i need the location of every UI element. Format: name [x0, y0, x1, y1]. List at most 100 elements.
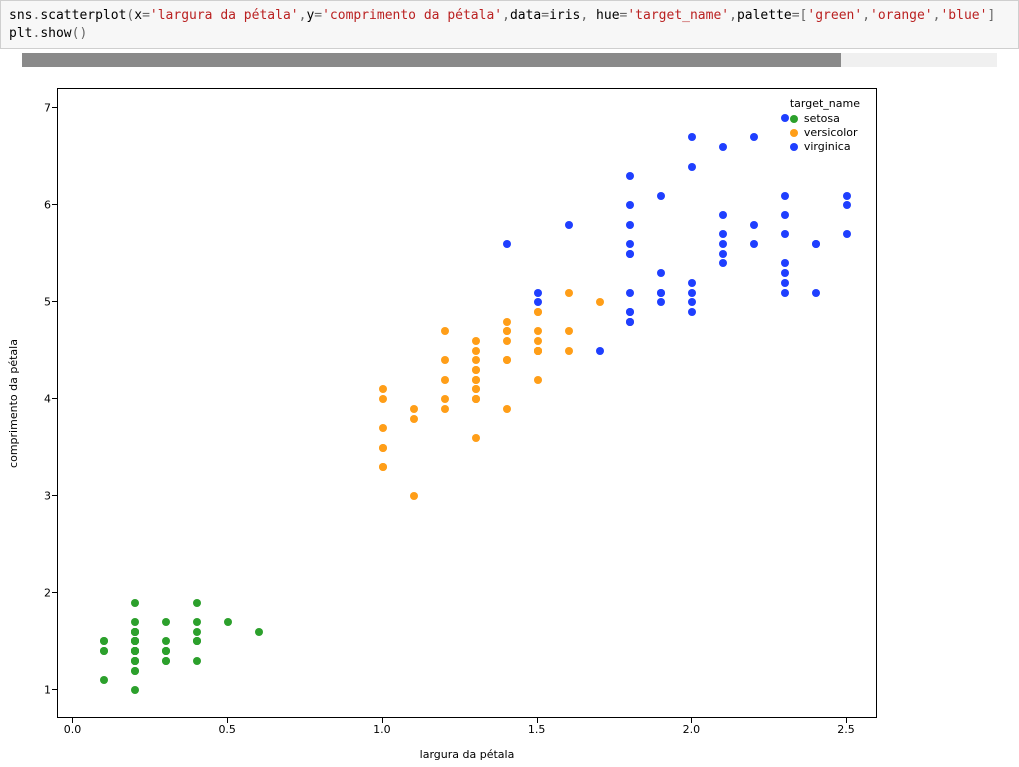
- data-point: [688, 163, 696, 171]
- code-cell: sns.scatterplot(x='largura da pétala',y=…: [0, 0, 1019, 49]
- data-point: [131, 618, 139, 626]
- notebook-output: sns.scatterplot(x='largura da pétala',y=…: [0, 0, 1019, 767]
- data-point: [781, 269, 789, 277]
- data-point: [472, 376, 480, 384]
- data-point: [626, 201, 634, 209]
- data-point: [781, 192, 789, 200]
- data-point: [379, 444, 387, 452]
- data-point: [626, 172, 634, 180]
- data-point: [441, 376, 449, 384]
- data-point: [565, 327, 573, 335]
- data-point: [193, 599, 201, 607]
- data-point: [441, 327, 449, 335]
- data-point: [596, 347, 604, 355]
- data-point: [719, 211, 727, 219]
- data-point: [503, 327, 511, 335]
- data-point: [719, 143, 727, 151]
- data-point: [534, 289, 542, 297]
- data-point: [719, 230, 727, 238]
- code-data: iris: [549, 8, 580, 23]
- data-point: [719, 240, 727, 248]
- data-point: [503, 318, 511, 326]
- code-pal-1: 'orange': [870, 8, 933, 23]
- data-point: [441, 356, 449, 364]
- code-str-hue: 'target_name': [627, 8, 729, 23]
- data-point: [472, 347, 480, 355]
- data-point: [688, 289, 696, 297]
- x-tick: 1.5: [528, 723, 546, 736]
- data-point: [131, 647, 139, 655]
- data-point: [162, 637, 170, 645]
- data-point: [781, 211, 789, 219]
- data-point: [534, 376, 542, 384]
- data-point: [565, 289, 573, 297]
- legend: target_name setosa versicolor virginica: [784, 95, 866, 156]
- data-point: [781, 114, 789, 122]
- legend-swatch-green: [790, 115, 798, 123]
- y-tick: 6: [11, 199, 51, 212]
- scrollbar-thumb[interactable]: [22, 53, 841, 67]
- data-point: [596, 298, 604, 306]
- data-point: [688, 298, 696, 306]
- data-point: [534, 337, 542, 345]
- code-str-y: 'comprimento da pétala': [322, 8, 502, 23]
- data-point: [100, 647, 108, 655]
- data-point: [503, 337, 511, 345]
- legend-item-setosa: setosa: [790, 112, 860, 125]
- data-point: [441, 395, 449, 403]
- data-point: [781, 289, 789, 297]
- legend-label: versicolor: [804, 126, 858, 139]
- data-point: [379, 424, 387, 432]
- data-point: [626, 221, 634, 229]
- data-point: [781, 259, 789, 267]
- data-point: [162, 618, 170, 626]
- legend-label: virginica: [804, 140, 851, 153]
- y-tick: 4: [11, 393, 51, 406]
- data-point: [688, 308, 696, 316]
- data-point: [626, 289, 634, 297]
- data-point: [750, 240, 758, 248]
- data-point: [565, 347, 573, 355]
- legend-swatch-orange: [790, 129, 798, 137]
- data-point: [410, 405, 418, 413]
- data-point: [503, 356, 511, 364]
- data-point: [750, 221, 758, 229]
- data-point: [534, 327, 542, 335]
- data-point: [719, 250, 727, 258]
- x-tick: 0.5: [218, 723, 236, 736]
- data-point: [843, 230, 851, 238]
- data-point: [410, 492, 418, 500]
- data-point: [379, 395, 387, 403]
- data-point: [131, 599, 139, 607]
- data-point: [193, 628, 201, 636]
- data-point: [688, 279, 696, 287]
- data-point: [441, 405, 449, 413]
- data-point: [131, 637, 139, 645]
- data-point: [534, 308, 542, 316]
- data-point: [812, 289, 820, 297]
- data-point: [193, 637, 201, 645]
- data-point: [131, 667, 139, 675]
- data-point: [193, 657, 201, 665]
- data-point: [131, 686, 139, 694]
- data-point: [410, 415, 418, 423]
- code-pal-0: 'green': [807, 8, 862, 23]
- legend-label: setosa: [804, 112, 840, 125]
- data-point: [843, 201, 851, 209]
- x-tick: 0.0: [64, 723, 82, 736]
- data-point: [379, 385, 387, 393]
- data-point: [843, 192, 851, 200]
- data-point: [781, 279, 789, 287]
- data-point: [162, 657, 170, 665]
- code-str-x: 'largura da pétala': [150, 8, 299, 23]
- x-tick: 2.5: [837, 723, 855, 736]
- data-point: [100, 637, 108, 645]
- data-point: [472, 395, 480, 403]
- scatter-plot: target_name setosa versicolor virginica …: [5, 78, 1015, 766]
- x-axis-label: largura da pétala: [57, 748, 877, 761]
- legend-title: target_name: [790, 97, 860, 110]
- data-point: [812, 240, 820, 248]
- data-point: [503, 405, 511, 413]
- horizontal-scrollbar[interactable]: [22, 53, 997, 67]
- data-point: [472, 356, 480, 364]
